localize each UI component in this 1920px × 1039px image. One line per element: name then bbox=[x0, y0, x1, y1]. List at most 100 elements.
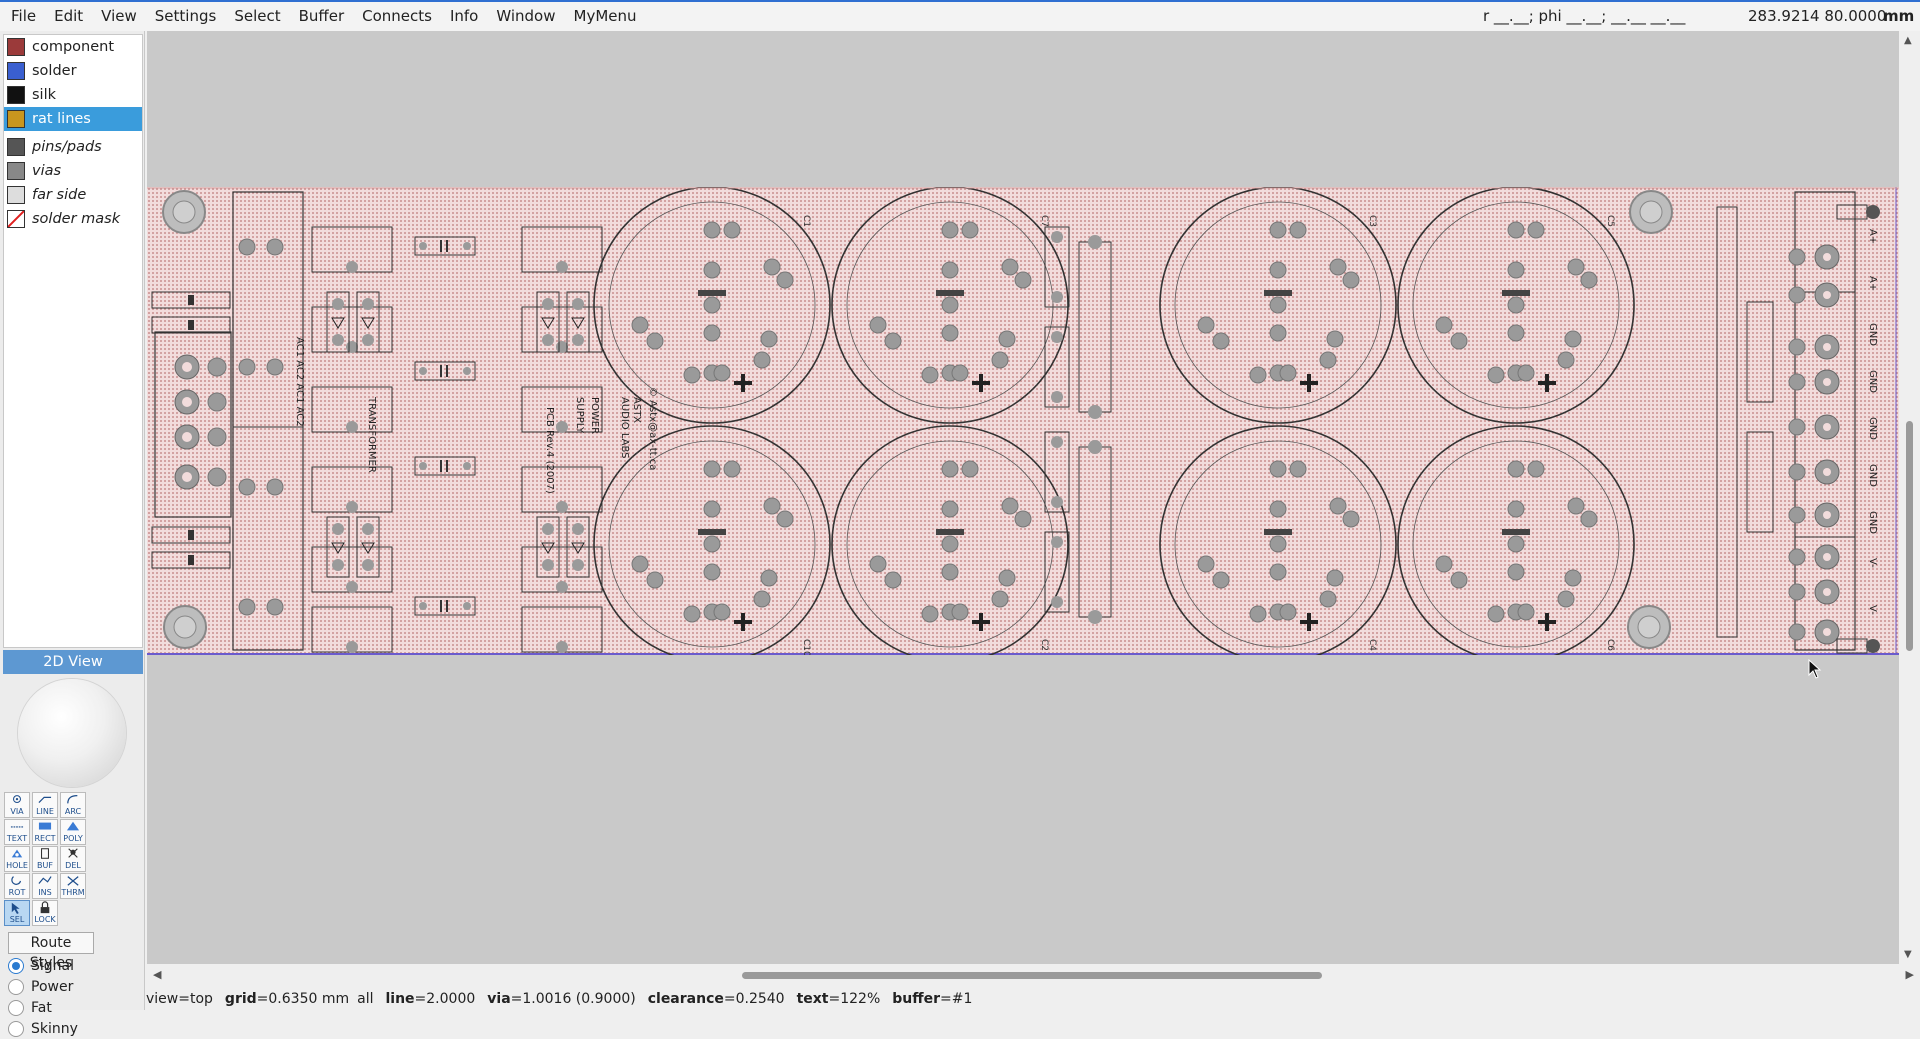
tool-via-button[interactable]: VIA bbox=[4, 792, 30, 818]
layer-color-swatch[interactable] bbox=[7, 138, 25, 156]
capacitor-pad bbox=[713, 364, 731, 382]
pcb-board[interactable]: C1 C7 C3 C5 C10 C2 C4 C6 POWER SUPPLY AUDIO LABS AS… bbox=[147, 187, 1899, 655]
layer-far-side[interactable]: far side bbox=[4, 183, 142, 207]
layer-name: rat lines bbox=[32, 111, 91, 127]
route-style-radio[interactable] bbox=[8, 978, 24, 995]
diode-pad bbox=[332, 523, 344, 535]
route-styles-button[interactable]: Route Styles bbox=[8, 932, 94, 971]
tool-rect-button[interactable]: RECT bbox=[32, 819, 58, 845]
navigation-ball[interactable] bbox=[18, 679, 126, 787]
silk-text: © Astx@ax-tt.ca bbox=[647, 387, 658, 470]
tool-lock-button[interactable]: LOCK bbox=[32, 900, 58, 926]
tool-thrm-button[interactable]: THRM bbox=[60, 873, 86, 899]
capacitor-polarity-bar bbox=[1264, 529, 1292, 535]
silk-text: POWER bbox=[589, 397, 600, 434]
resistor-pad bbox=[1051, 391, 1063, 403]
tool-rot-button[interactable]: ROT bbox=[4, 873, 30, 899]
tool-del-button[interactable]: DEL bbox=[60, 846, 86, 872]
route-style-signal[interactable]: Signal bbox=[8, 955, 78, 976]
layer-rat-lines[interactable]: rat lines bbox=[4, 107, 142, 131]
scroll-right-icon[interactable]: ▶ bbox=[1906, 968, 1914, 981]
output-terminal-hole bbox=[1823, 588, 1831, 596]
layer-solder[interactable]: solder bbox=[4, 59, 142, 83]
small-cap-symbol bbox=[440, 365, 448, 377]
capacitor-pad bbox=[753, 590, 771, 608]
heatsink-pad bbox=[556, 421, 568, 433]
menu-mymenu[interactable]: MyMenu bbox=[565, 2, 646, 31]
output-label: GND bbox=[1867, 511, 1878, 534]
horizontal-scroll-thumb[interactable] bbox=[742, 972, 1322, 979]
capacitor-plus-mark bbox=[1538, 613, 1556, 631]
scroll-left-icon[interactable]: ◀ bbox=[153, 968, 161, 981]
layer-color-swatch[interactable] bbox=[7, 62, 25, 80]
route-style-radio[interactable] bbox=[8, 957, 24, 974]
menu-buffer[interactable]: Buffer bbox=[290, 2, 354, 31]
menu-info[interactable]: Info bbox=[441, 2, 487, 31]
power-resistor-outline bbox=[1078, 446, 1112, 618]
capacitor-pad bbox=[991, 590, 1009, 608]
scroll-up-icon[interactable]: ▲ bbox=[1904, 35, 1912, 46]
layer-component[interactable]: component bbox=[4, 35, 142, 59]
menu-window[interactable]: Window bbox=[487, 2, 564, 31]
horizontal-scrollbar[interactable]: ◀ ▶ bbox=[147, 964, 1920, 986]
tool-text-button[interactable]: TEXT bbox=[4, 819, 30, 845]
capacitor-pad bbox=[1342, 510, 1360, 528]
route-style-fat[interactable]: Fat bbox=[8, 997, 78, 1018]
layer-color-swatch[interactable] bbox=[7, 110, 25, 128]
tool-hole-button[interactable]: HOLE bbox=[4, 846, 30, 872]
capacitor-polarity-bar bbox=[936, 529, 964, 535]
route-style-power[interactable]: Power bbox=[8, 976, 78, 997]
route-style-radio[interactable] bbox=[8, 1020, 24, 1037]
tool-poly-button[interactable]: POLY bbox=[60, 819, 86, 845]
diode-symbol bbox=[331, 542, 345, 554]
tool-buf-button[interactable]: BUF bbox=[32, 846, 58, 872]
capacitor-pad bbox=[1269, 500, 1287, 518]
vertical-scroll-thumb[interactable] bbox=[1906, 421, 1913, 651]
route-style-radio[interactable] bbox=[8, 999, 24, 1016]
pcb-canvas[interactable]: C1 C7 C3 C5 C10 C2 C4 C6 POWER SUPPLY AUDIO LABS AS… bbox=[147, 31, 1899, 964]
layer-solder-mask[interactable]: solder mask bbox=[4, 207, 142, 231]
layer-silk[interactable]: silk bbox=[4, 83, 142, 107]
vertical-scrollbar[interactable]: ▲ ▼ bbox=[1899, 31, 1920, 964]
view-2d-button[interactable]: 2D View bbox=[3, 650, 143, 674]
small-cap-pad bbox=[419, 367, 427, 375]
transformer-outline bbox=[232, 191, 304, 651]
layer-color-swatch[interactable] bbox=[7, 86, 25, 104]
fuse-body bbox=[188, 555, 194, 565]
tool-sel-button[interactable]: SEL bbox=[4, 900, 30, 926]
layer-vias[interactable]: vias bbox=[4, 159, 142, 183]
route-style-skinny[interactable]: Skinny bbox=[8, 1018, 78, 1039]
menu-edit[interactable]: Edit bbox=[45, 2, 92, 31]
menu-file[interactable]: File bbox=[0, 2, 45, 31]
units-toggle[interactable]: mm bbox=[1883, 7, 1914, 25]
right-component-column bbox=[1716, 206, 1738, 638]
layer-pins-pads[interactable]: pins/pads bbox=[4, 135, 142, 159]
tool-label: ARC bbox=[64, 807, 82, 816]
tool-arc-button[interactable]: ARC bbox=[60, 792, 86, 818]
layer-color-swatch[interactable] bbox=[7, 38, 25, 56]
tool-line-button[interactable]: LINE bbox=[32, 792, 58, 818]
capacitor-pad bbox=[991, 351, 1009, 369]
menu-settings[interactable]: Settings bbox=[146, 2, 226, 31]
menu-view[interactable]: View bbox=[92, 2, 146, 31]
capacitor-pad bbox=[683, 605, 701, 623]
heatsink-pad bbox=[346, 261, 358, 273]
menu-connects[interactable]: Connects bbox=[353, 2, 441, 31]
capacitor-pad bbox=[941, 500, 959, 518]
tool-ins-button[interactable]: INS bbox=[32, 873, 58, 899]
layer-name: component bbox=[32, 39, 115, 55]
right-cap-outline bbox=[1746, 431, 1774, 533]
capacitor-pad bbox=[1507, 535, 1525, 553]
layer-color-swatch[interactable] bbox=[7, 210, 25, 228]
cursor-coordinate-readout: 283.9214 80.0000 bbox=[1748, 7, 1887, 25]
scroll-down-icon[interactable]: ▼ bbox=[1904, 949, 1912, 960]
capacitor-pad bbox=[1557, 351, 1575, 369]
diode-symbol bbox=[361, 317, 375, 329]
power-resistor-pad bbox=[1088, 405, 1102, 419]
capacitor-pad bbox=[1567, 497, 1585, 515]
layer-color-swatch[interactable] bbox=[7, 186, 25, 204]
output-terminal-pad-small bbox=[1788, 463, 1806, 481]
line-icon bbox=[38, 796, 52, 803]
menu-select[interactable]: Select bbox=[225, 2, 289, 31]
layer-color-swatch[interactable] bbox=[7, 162, 25, 180]
